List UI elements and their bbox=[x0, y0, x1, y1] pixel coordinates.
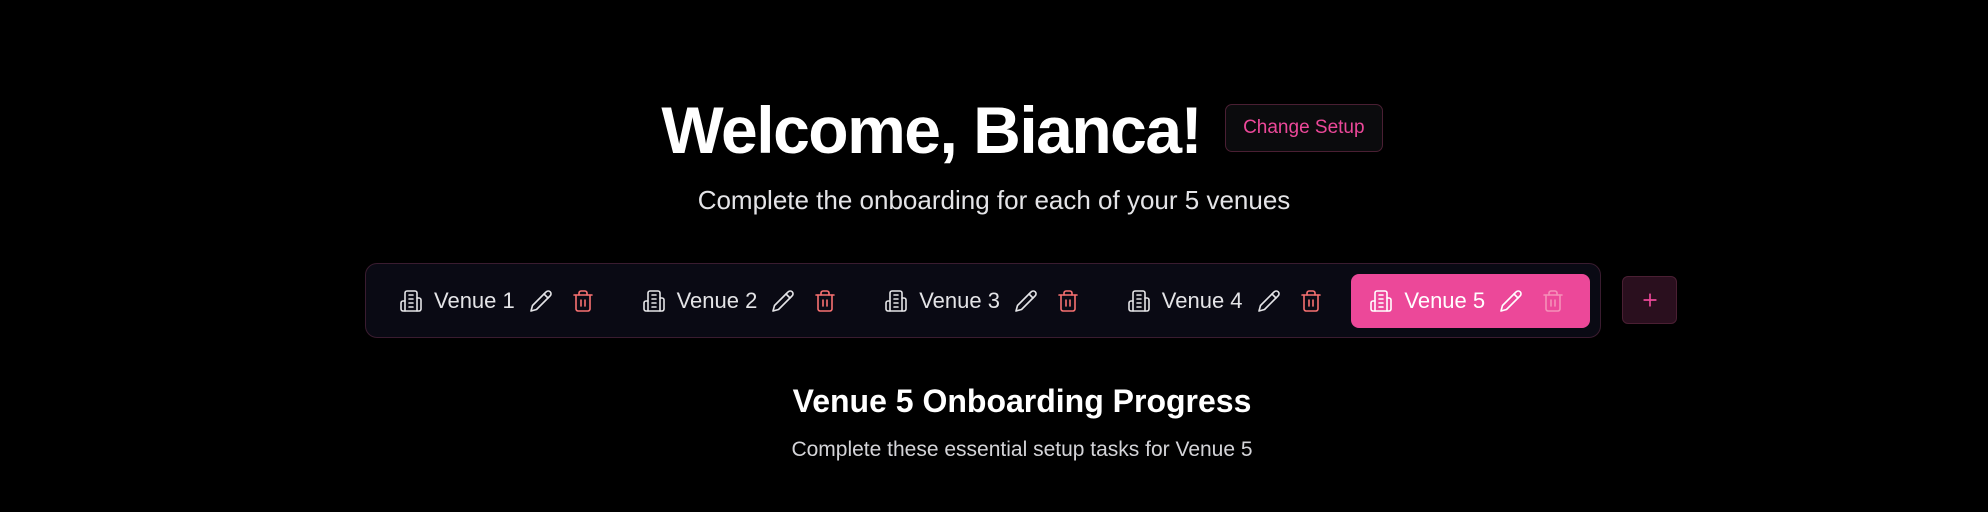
pencil-icon[interactable] bbox=[1014, 289, 1038, 313]
venue-tab-label: Venue 2 bbox=[676, 287, 758, 313]
change-setup-button[interactable]: Change Setup bbox=[1225, 104, 1383, 152]
trash-icon[interactable] bbox=[571, 289, 595, 313]
building-icon bbox=[1369, 289, 1393, 313]
add-venue-button[interactable] bbox=[1622, 276, 1677, 324]
progress-title: Venue 5 Onboarding Progress bbox=[792, 383, 1252, 419]
venue-tab-5[interactable]: Venue 5 bbox=[1351, 273, 1590, 328]
venue-tab-1[interactable]: Venue 1 bbox=[381, 274, 620, 328]
page-title: Welcome, Bianca! bbox=[661, 93, 1202, 167]
building-icon bbox=[642, 289, 666, 313]
trash-icon[interactable] bbox=[813, 289, 837, 313]
venue-tab-2[interactable]: Venue 2 bbox=[624, 274, 863, 328]
pencil-icon[interactable] bbox=[1257, 289, 1281, 313]
venue-tab-label: Venue 3 bbox=[919, 287, 1000, 313]
trash-icon[interactable] bbox=[1299, 289, 1323, 313]
venue-tab-label: Venue 1 bbox=[434, 287, 515, 313]
venue-tab-label: Venue 5 bbox=[1404, 287, 1486, 313]
trash-icon[interactable] bbox=[1541, 289, 1565, 313]
venue-tabs: Venue 1 Venue 2 Venue 3 Venue 4 Venue 5 bbox=[365, 263, 1601, 338]
pencil-icon[interactable] bbox=[529, 289, 553, 313]
venue-tab-label: Venue 4 bbox=[1161, 287, 1243, 313]
onboarding-page: Welcome, Bianca! Change Setup Complete t… bbox=[0, 0, 1988, 512]
trash-icon[interactable] bbox=[1056, 289, 1080, 313]
building-icon bbox=[399, 289, 423, 313]
venue-tab-3[interactable]: Venue 3 bbox=[866, 274, 1105, 328]
page-subtitle: Complete the onboarding for each of your… bbox=[697, 185, 1291, 215]
venue-tab-4[interactable]: Venue 4 bbox=[1109, 274, 1348, 328]
pencil-icon[interactable] bbox=[771, 289, 795, 313]
building-icon bbox=[884, 289, 908, 313]
welcome-header: Welcome, Bianca! Change Setup bbox=[0, 94, 1988, 166]
progress-subtitle: Complete these essential setup tasks for… bbox=[791, 438, 1253, 461]
plus-icon bbox=[1640, 290, 1660, 310]
building-icon bbox=[1127, 289, 1151, 313]
pencil-icon[interactable] bbox=[1499, 289, 1523, 313]
